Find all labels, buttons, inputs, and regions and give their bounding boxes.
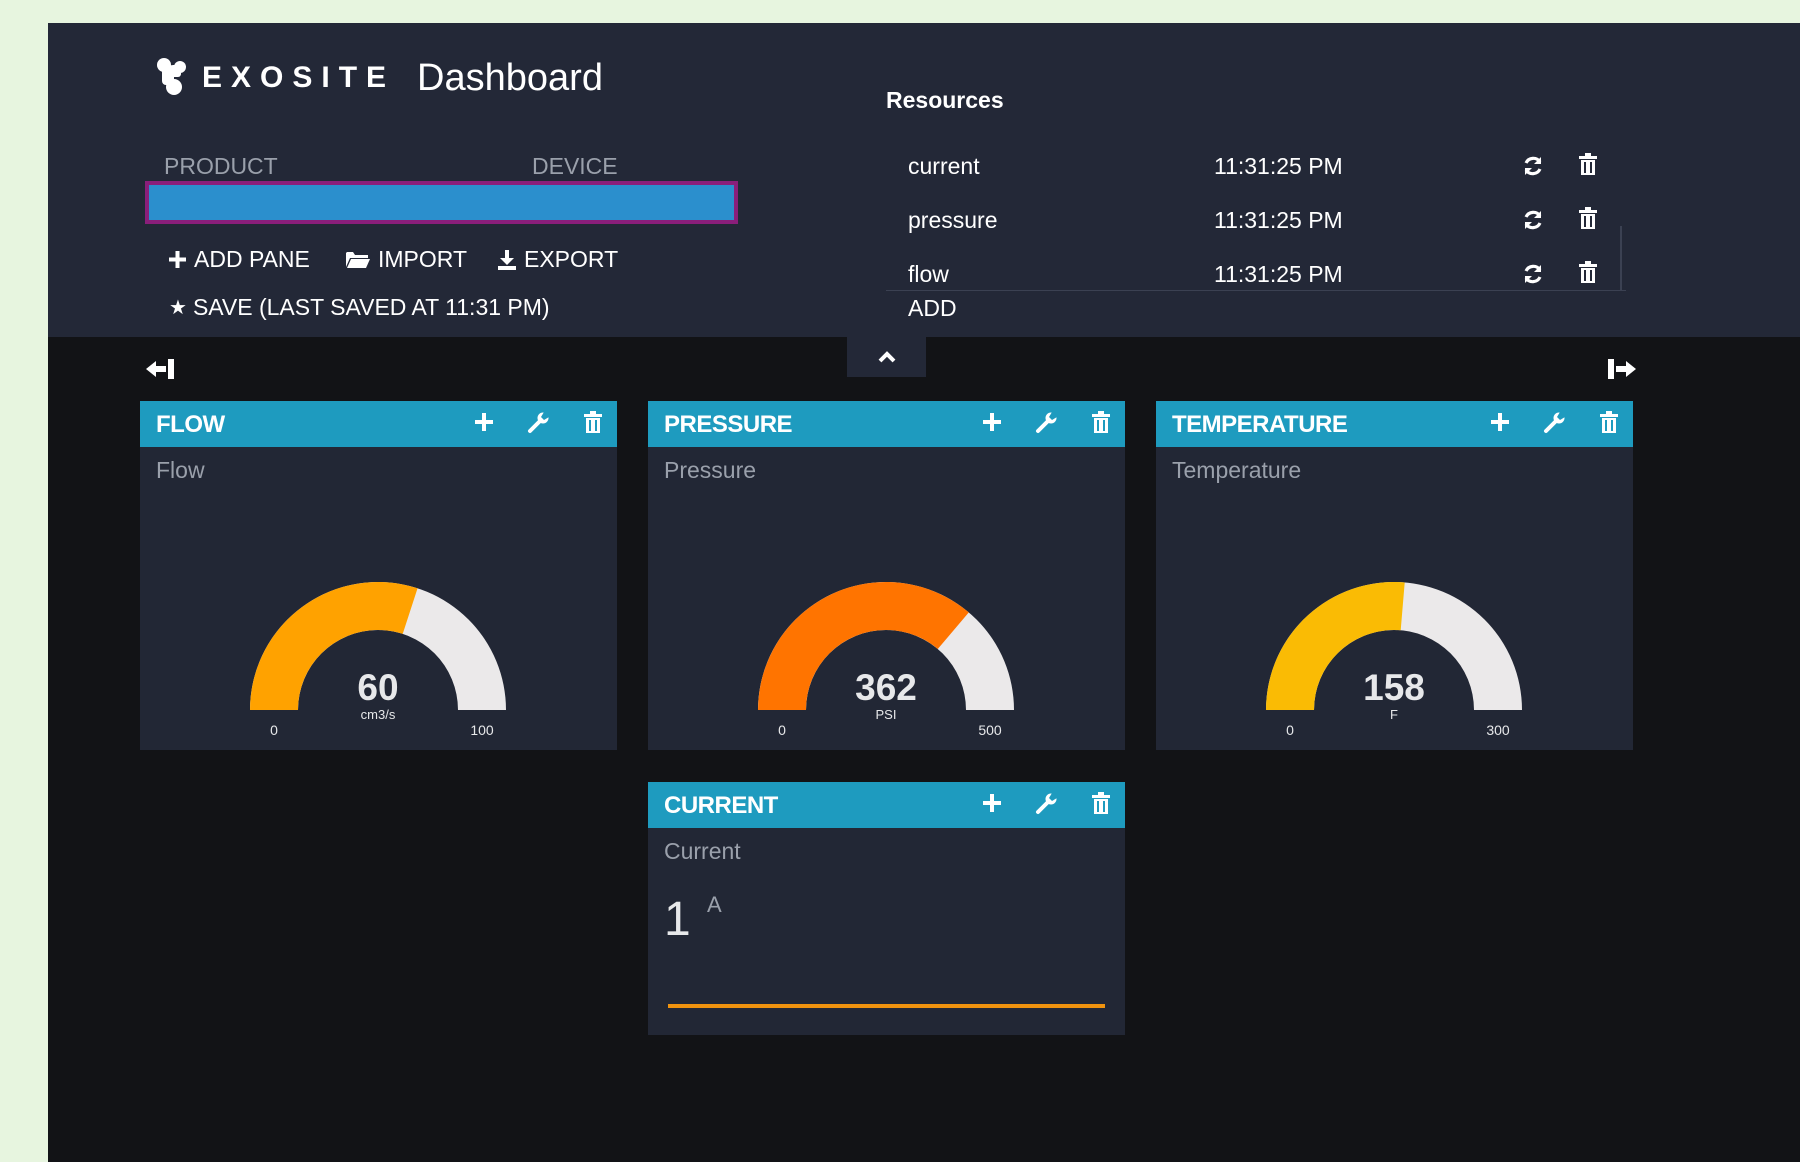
expand-columns-button[interactable] bbox=[1606, 358, 1636, 384]
add-pane-button[interactable]: ADD PANE bbox=[169, 246, 310, 273]
resource-time: 11:31:25 PM bbox=[1214, 261, 1343, 287]
pane-flow: FLOW Flow 60 cm3/s 0 100 bbox=[140, 401, 617, 750]
pane-title: CURRENT bbox=[664, 792, 778, 819]
dashboard-app: EXOSITE Dashboard PRODUCT DEVICE ADD PAN… bbox=[48, 23, 1800, 1162]
product-device-selector[interactable] bbox=[145, 181, 738, 224]
gauge-min: 0 bbox=[778, 722, 786, 738]
trash-icon[interactable] bbox=[1579, 207, 1597, 235]
product-label: PRODUCT bbox=[164, 153, 278, 179]
gauge-max: 100 bbox=[470, 722, 494, 738]
add-resource-button[interactable]: ADD bbox=[908, 295, 957, 322]
resource-divider bbox=[886, 290, 1626, 291]
plus-icon bbox=[169, 251, 186, 268]
device-label: DEVICE bbox=[532, 153, 618, 179]
folder-open-icon bbox=[346, 251, 370, 269]
text-widget-value: 1 bbox=[664, 893, 691, 946]
gauge-min: 0 bbox=[1286, 722, 1294, 738]
export-label: EXPORT bbox=[524, 246, 619, 272]
chevron-up-icon bbox=[878, 348, 896, 367]
arrow-right-bar-icon bbox=[1606, 359, 1636, 384]
shrink-columns-button[interactable] bbox=[146, 358, 176, 384]
save-label: SAVE (LAST SAVED AT 11:31 PM) bbox=[192, 294, 550, 320]
import-button[interactable]: IMPORT bbox=[346, 246, 467, 273]
resource-name: current bbox=[908, 153, 980, 179]
resource-row: pressure 11:31:25 PM bbox=[908, 199, 1678, 243]
resource-name: flow bbox=[908, 261, 949, 287]
pane-header: CURRENT bbox=[648, 782, 1125, 828]
gauge-max: 500 bbox=[978, 722, 1002, 738]
gauge-value: 158 bbox=[1363, 667, 1425, 708]
widget-title: Current bbox=[664, 838, 741, 864]
text-widget-units: A bbox=[707, 892, 722, 917]
gauge-max: 300 bbox=[1486, 722, 1510, 738]
resource-time: 11:31:25 PM bbox=[1214, 153, 1343, 179]
pane-current: CURRENT Current 1 A bbox=[648, 782, 1125, 1035]
resource-name: pressure bbox=[908, 207, 998, 233]
resource-row: current 11:31:25 PM bbox=[908, 145, 1678, 189]
header: EXOSITE Dashboard PRODUCT DEVICE ADD PAN… bbox=[48, 23, 1800, 337]
sparkline bbox=[668, 1004, 1105, 1008]
gauge-units: cm3/s bbox=[361, 707, 396, 722]
resources-title: Resources bbox=[886, 87, 1004, 113]
pane-pressure: PRESSURE Pressure 362 PSI 0 500 bbox=[648, 401, 1125, 750]
gauge-value: 362 bbox=[855, 667, 917, 708]
save-button[interactable]: ★ SAVE (LAST SAVED AT 11:31 PM) bbox=[169, 294, 550, 321]
download-icon bbox=[498, 249, 516, 270]
resource-time: 11:31:25 PM bbox=[1214, 207, 1343, 233]
wrench-icon[interactable] bbox=[1035, 793, 1057, 819]
refresh-icon[interactable] bbox=[1522, 263, 1544, 291]
arrow-left-bar-icon bbox=[146, 359, 176, 384]
logo-wordmark: EXOSITE bbox=[202, 61, 396, 94]
plus-icon[interactable] bbox=[983, 794, 1001, 816]
gauge: 362PSI 0 500 bbox=[758, 582, 1014, 738]
add-pane-label: ADD PANE bbox=[194, 246, 310, 272]
trash-icon[interactable] bbox=[1579, 261, 1597, 289]
gauge-min: 0 bbox=[270, 722, 278, 738]
star-icon: ★ bbox=[169, 297, 187, 319]
gauge: 158F 0 300 bbox=[1266, 582, 1522, 738]
refresh-icon[interactable] bbox=[1522, 155, 1544, 183]
collapse-header-button[interactable] bbox=[847, 337, 926, 377]
trash-icon[interactable] bbox=[1092, 792, 1110, 818]
resource-scrollbar[interactable] bbox=[1620, 226, 1622, 290]
export-button[interactable]: EXPORT bbox=[498, 246, 618, 273]
trash-icon[interactable] bbox=[1579, 153, 1597, 181]
refresh-icon[interactable] bbox=[1522, 209, 1544, 237]
gauge-units: PSI bbox=[876, 707, 897, 722]
gauge-units: F bbox=[1390, 707, 1398, 722]
import-label: IMPORT bbox=[378, 246, 468, 272]
gauge: 60cm3/s 0 100 bbox=[250, 582, 506, 738]
exosite-logo-icon bbox=[154, 55, 188, 101]
page-title: Dashboard bbox=[417, 56, 603, 99]
gauge-value: 60 bbox=[357, 667, 398, 708]
pane-temperature: TEMPERATURE Temperature 158 F 0 300 bbox=[1156, 401, 1633, 750]
brand: EXOSITE Dashboard bbox=[154, 55, 603, 101]
